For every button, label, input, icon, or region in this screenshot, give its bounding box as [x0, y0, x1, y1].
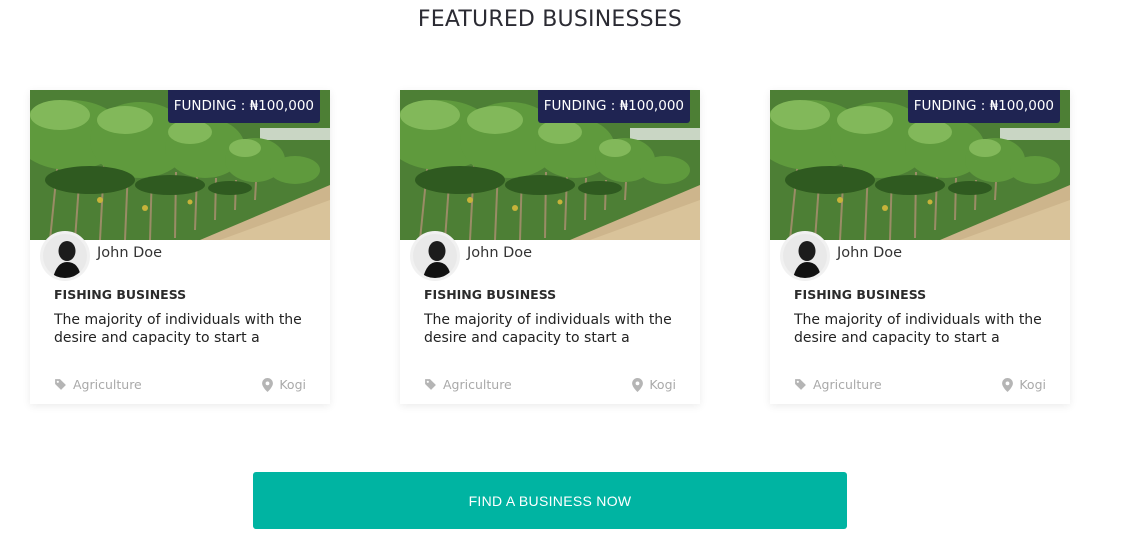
avatar-photo [413, 234, 457, 278]
business-image[interactable]: FUNDING : ₦100,000 [400, 90, 700, 240]
tag-icon [55, 379, 66, 390]
location-meta[interactable]: Kogi [1002, 377, 1046, 392]
category-meta[interactable]: Agriculture [54, 377, 142, 392]
card-footer: Agriculture Kogi [794, 377, 1046, 392]
tag-icon [795, 379, 806, 390]
location-label: Kogi [649, 377, 676, 392]
find-business-button[interactable]: FIND A BUSINESS NOW [253, 472, 847, 529]
card-footer: Agriculture Kogi [54, 377, 306, 392]
avatar-photo [43, 234, 87, 278]
tag-icon [425, 379, 436, 390]
business-card[interactable]: FUNDING : ₦100,000 John Doe FISHING BUSI… [770, 90, 1070, 404]
business-title[interactable]: FISHING BUSINESS [54, 287, 186, 302]
category-label: Agriculture [443, 377, 512, 392]
business-description: The majority of individuals with the des… [424, 312, 672, 346]
business-card[interactable]: FUNDING : ₦100,000 John Doe FISHING BUSI… [30, 90, 330, 404]
category-label: Agriculture [813, 377, 882, 392]
location-meta[interactable]: Kogi [262, 377, 306, 392]
avatar[interactable] [410, 231, 460, 281]
avatar[interactable] [780, 231, 830, 281]
category-meta[interactable]: Agriculture [794, 377, 882, 392]
location-label: Kogi [279, 377, 306, 392]
owner-name[interactable]: John Doe [837, 245, 902, 261]
avatar-photo [783, 234, 827, 278]
business-title[interactable]: FISHING BUSINESS [794, 287, 926, 302]
map-pin-icon [262, 377, 274, 392]
owner-name[interactable]: John Doe [97, 245, 162, 261]
location-meta[interactable]: Kogi [632, 377, 676, 392]
business-image[interactable]: FUNDING : ₦100,000 [30, 90, 330, 240]
map-pin-icon [632, 377, 644, 392]
business-card[interactable]: FUNDING : ₦100,000 John Doe FISHING BUSI… [400, 90, 700, 404]
funding-badge: FUNDING : ₦100,000 [167, 90, 320, 123]
category-meta[interactable]: Agriculture [424, 377, 512, 392]
funding-badge: FUNDING : ₦100,000 [537, 90, 690, 123]
business-description: The majority of individuals with the des… [54, 312, 302, 346]
funding-badge: FUNDING : ₦100,000 [907, 90, 1060, 123]
location-label: Kogi [1019, 377, 1046, 392]
owner-name[interactable]: John Doe [467, 245, 532, 261]
card-footer: Agriculture Kogi [424, 377, 676, 392]
category-label: Agriculture [73, 377, 142, 392]
avatar[interactable] [40, 231, 90, 281]
section-title: FEATURED BUSINESSES [417, 7, 683, 32]
business-description: The majority of individuals with the des… [794, 312, 1042, 346]
business-image[interactable]: FUNDING : ₦100,000 [770, 90, 1070, 240]
map-pin-icon [1002, 377, 1014, 392]
business-title[interactable]: FISHING BUSINESS [424, 287, 556, 302]
